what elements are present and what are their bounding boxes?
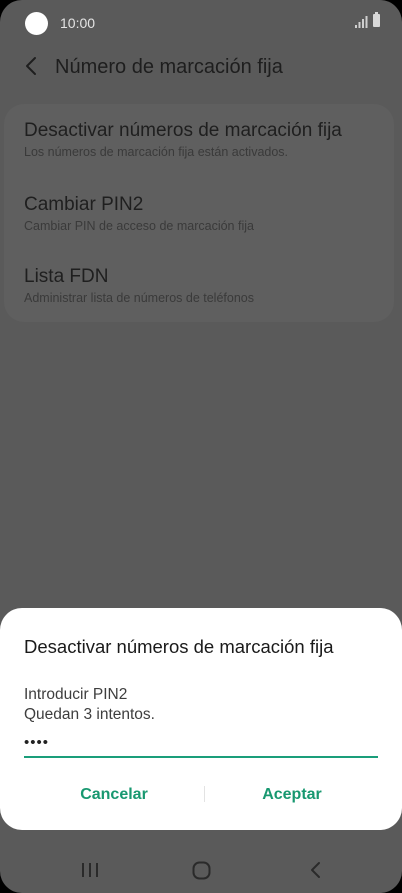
status-bar: 10:00 xyxy=(0,0,402,48)
navigation-bar xyxy=(0,846,402,893)
settings-item-disable-fdn[interactable]: Desactivar números de marcación fija Los… xyxy=(24,120,384,159)
status-time: 10:00 xyxy=(60,15,96,31)
camera-cutout xyxy=(25,12,48,35)
page-title: Número de marcación fija xyxy=(55,56,283,78)
settings-card: Desactivar números de marcación fija Los… xyxy=(4,104,394,322)
nav-back-icon[interactable] xyxy=(308,861,322,879)
settings-item-subtitle: Administrar lista de números de teléfono… xyxy=(24,291,254,305)
settings-item-title: Cambiar PIN2 xyxy=(24,194,144,215)
settings-item-fdn-list[interactable]: Lista FDN Administrar lista de números d… xyxy=(24,266,384,305)
dialog-title: Desactivar números de marcación fija xyxy=(24,636,334,657)
settings-item-change-pin2[interactable]: Cambiar PIN2 Cambiar PIN de acceso de ma… xyxy=(24,194,384,233)
dialog-prompt: Introducir PIN2 xyxy=(24,686,128,703)
settings-item-title: Lista FDN xyxy=(24,266,109,287)
signal-icon xyxy=(355,16,368,28)
ok-button[interactable]: Aceptar xyxy=(204,778,380,812)
recents-icon[interactable] xyxy=(81,862,99,878)
phone-screen: 10:00 Número de marcación fija Desactiva… xyxy=(0,0,402,893)
settings-item-subtitle: Cambiar PIN de acceso de marcación fija xyxy=(24,219,254,233)
settings-item-subtitle: Los números de marcación fija están acti… xyxy=(24,145,289,159)
app-bar: Número de marcación fija xyxy=(0,48,402,88)
dialog-attempts: Quedan 3 intentos. xyxy=(24,706,155,723)
cancel-button[interactable]: Cancelar xyxy=(24,778,204,812)
back-arrow-icon[interactable] xyxy=(22,55,42,77)
pin2-input[interactable] xyxy=(24,728,378,758)
battery-icon xyxy=(373,12,380,27)
settings-item-title: Desactivar números de marcación fija xyxy=(24,120,342,141)
pin2-dialog: Desactivar números de marcación fija Int… xyxy=(0,608,402,830)
home-icon[interactable] xyxy=(192,861,211,880)
